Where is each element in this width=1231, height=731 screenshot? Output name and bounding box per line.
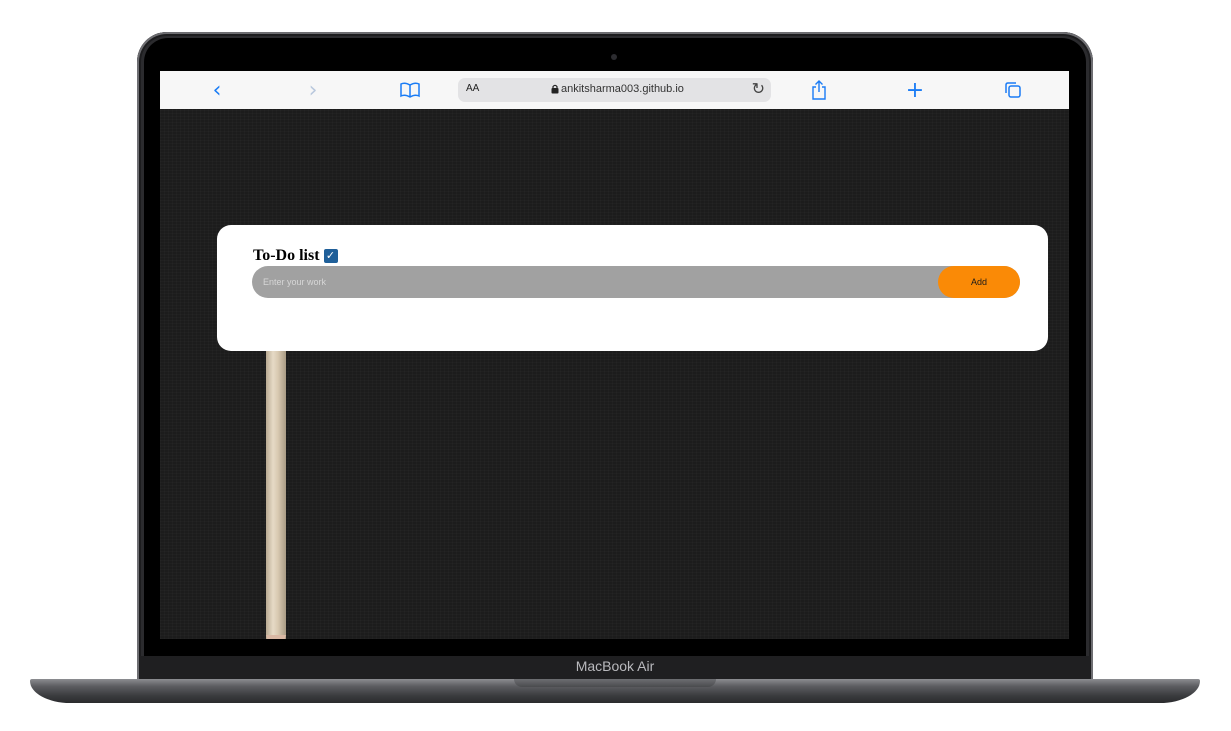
address-bar[interactable]: AA ankitsharma003.github.io ↻ [458, 78, 771, 102]
device-brand: MacBook Air [575, 658, 655, 674]
bookmarks-icon[interactable] [398, 71, 422, 109]
checkbox-icon: ✓ [323, 249, 338, 263]
add-button[interactable]: Add [938, 266, 1020, 298]
new-tab-icon[interactable]: + [904, 71, 926, 109]
todo-title-text: To-Do list [253, 247, 320, 264]
tabs-icon[interactable] [1002, 71, 1024, 109]
page-background: To-Do list ✓ Add [160, 109, 1069, 639]
todo-card: To-Do list ✓ Add [217, 225, 1048, 351]
safari-toolbar: ‹ › AA ankitsharma003.github.io ↻ + [160, 71, 1069, 110]
back-icon[interactable]: ‹ [207, 71, 227, 109]
browser-screen: ‹ › AA ankitsharma003.github.io ↻ + To-D… [160, 71, 1069, 639]
todo-input[interactable] [252, 266, 932, 298]
todo-input-row: Add [252, 266, 1020, 298]
reader-button[interactable]: AA [466, 83, 479, 94]
todo-title: To-Do list ✓ [253, 247, 338, 265]
forward-icon[interactable]: › [303, 71, 323, 109]
laptop-notch [514, 679, 716, 687]
url-text: ankitsharma003.github.io [561, 83, 684, 95]
reload-icon[interactable]: ↻ [752, 79, 765, 98]
camera-icon [611, 54, 617, 60]
lock-icon [551, 84, 559, 97]
share-icon[interactable] [808, 71, 830, 109]
pencil-cone [266, 635, 286, 639]
pencil-image [266, 339, 286, 639]
